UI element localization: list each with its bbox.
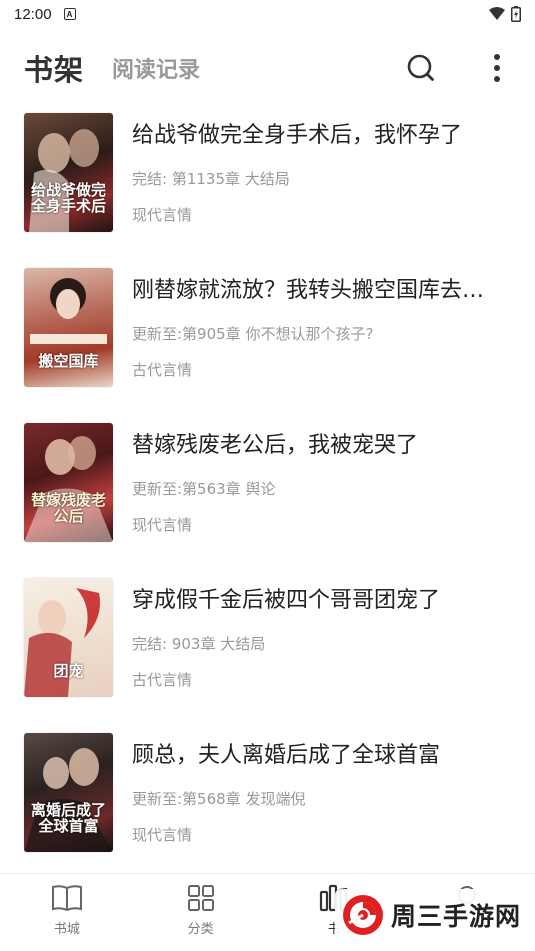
tab-bookshelf[interactable]: 书架 [24,47,84,89]
book-progress: 更新至:第563章 舆论 [132,480,276,498]
book-progress: 完结: 903章 大结局 [132,635,266,653]
tab-reading-history[interactable]: 阅读记录 [112,52,200,84]
battery-icon [511,6,521,22]
book-title: 给战爷做完全身手术后，我怀孕了 [132,123,463,148]
grid-icon [187,885,214,911]
nav-category[interactable]: 分类 [134,874,268,951]
cover-title: 离婚后成了全球首富 [30,801,106,835]
book-title: 刚替嫁就流放？我转头搬空国库去… [132,278,485,303]
watermark: 周三手游网 [334,889,527,941]
status-time: 12:00 [14,5,52,23]
search-icon [407,54,434,81]
book-genre: 现代言情 [132,206,193,224]
book-title: 穿成假千金后被四个哥哥团宠了 [132,588,441,613]
nav-label: 书城 [53,922,80,937]
cover-title: 替嫁残废老公后 [30,491,106,525]
book-genre: 现代言情 [132,516,193,534]
notification-icon: A [63,8,76,20]
book-title: 替嫁残废老公后，我被宠哭了 [132,433,419,458]
book-progress: 完结: 第1135章 大结局 [132,170,290,188]
wifi-icon [489,7,505,20]
more-button[interactable] [481,52,513,84]
book-cover: 离婚后成了全球首富 [24,733,113,852]
more-vertical-icon [494,54,500,82]
book-cover: 替嫁残废老公后 [24,423,113,542]
search-button[interactable] [405,52,437,84]
nav-label: 分类 [187,922,214,937]
book-open-icon [51,885,82,912]
book-progress: 更新至:第568章 发现端倪 [132,790,306,808]
watermark-text: 周三手游网 [390,902,521,931]
book-cover: 搬空国库 [24,268,113,387]
book-genre: 古代言情 [132,361,193,379]
book-item[interactable]: 团宠 穿成假千金后被四个哥哥团宠了 完结: 903章 大结局 古代言情 [0,578,535,733]
nav-bookstore[interactable]: 书城 [0,874,134,951]
book-progress: 更新至:第905章 你不想认那个孩子? [132,325,374,343]
book-genre: 古代言情 [132,671,193,689]
book-genre: 现代言情 [132,826,193,844]
cover-title: 给战爷做完全身手术后 [30,181,106,215]
book-cover: 团宠 [24,578,113,697]
book-item[interactable]: 给战爷做完全身手术后 给战爷做完全身手术后，我怀孕了 完结: 第1135章 大结… [0,113,535,268]
cover-title: 搬空国库 [38,352,99,370]
book-list: 给战爷做完全身手术后 给战爷做完全身手术后，我怀孕了 完结: 第1135章 大结… [0,113,535,888]
book-title: 顾总，夫人离婚后成了全球首富 [132,743,441,768]
book-cover: 给战爷做完全身手术后 [24,113,113,232]
book-item[interactable]: 替嫁残废老公后 替嫁残废老公后，我被宠哭了 更新至:第563章 舆论 现代言情 [0,423,535,578]
watermark-logo-icon [342,895,383,935]
book-item[interactable]: 离婚后成了全球首富 顾总，夫人离婚后成了全球首富 更新至:第568章 发现端倪 … [0,733,535,888]
status-bar: 12:00 A [0,0,535,28]
cover-title: 团宠 [53,662,84,680]
book-item[interactable]: 搬空国库 刚替嫁就流放？我转头搬空国库去… 更新至:第905章 你不想认那个孩子… [0,268,535,423]
header: 书架 阅读记录 [0,28,535,108]
